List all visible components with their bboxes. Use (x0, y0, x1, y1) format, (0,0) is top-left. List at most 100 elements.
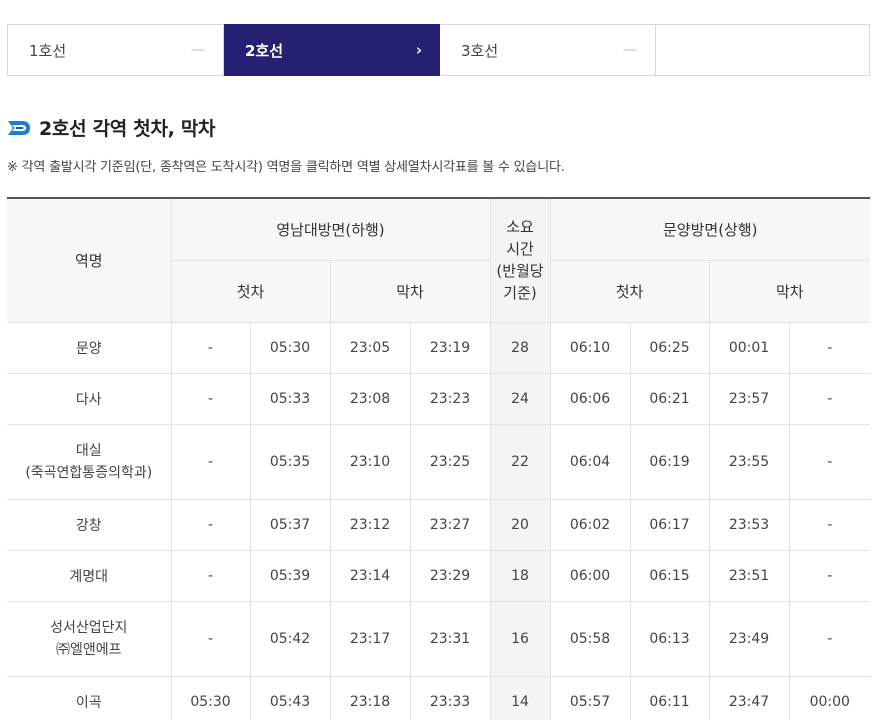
time-cell: 06:02 (549, 498, 631, 551)
header-first-down: 첫차 (171, 259, 331, 323)
station-name-line: (죽곡연합통증의학과) (25, 464, 153, 481)
time-cell: 23:05 (329, 321, 411, 374)
time-cell: 23:27 (409, 498, 491, 551)
header-last-up: 막차 (708, 259, 871, 323)
duration-line: 시간 (506, 240, 534, 259)
time-cell: 06:11 (629, 675, 710, 720)
time-cell: 23:23 (409, 372, 491, 425)
time-cell: 23:25 (409, 423, 491, 500)
duration-line: 소요 (506, 218, 534, 237)
time-cell: 23:08 (329, 372, 411, 425)
header-station: 역명 (7, 197, 172, 323)
time-cell: - (788, 423, 871, 500)
time-cell: 06:06 (549, 372, 631, 425)
time-cell: - (170, 423, 251, 500)
section-header: 2호선 각역 첫차, 막차 (7, 114, 216, 141)
time-cell: 05:57 (549, 675, 631, 720)
time-cell: 23:17 (329, 600, 411, 677)
time-cell: 23:18 (329, 675, 411, 720)
time-cell: 05:42 (249, 600, 331, 677)
station-name-line: 문양 (75, 340, 102, 357)
time-cell: 23:53 (708, 498, 790, 551)
tab-line-3[interactable]: 3호선 — (440, 25, 656, 75)
station-name-line: 다사 (75, 391, 102, 408)
table-row: 성서산업단지 ㈜엘앤에프 -05:42 23:17 23:31 16 05:58 06:13 2… (7, 600, 871, 677)
tab-label: 3호선 (461, 41, 499, 60)
station-name-link[interactable]: 다사 (7, 372, 172, 425)
time-cell: 06:17 (629, 498, 710, 551)
table-row: 대실 (죽곡연합통증의학과) -05:35 23:10 23:25 22 06:04 06:1… (7, 423, 871, 500)
header-dir-up: 문양방면(상행) (549, 197, 871, 261)
duration-line: 기준) (503, 284, 537, 303)
table-row: 문양 -05:30 23:05 23:19 28 06:10 06:25 00:01- (7, 321, 871, 374)
table-row: 다사 -05:33 23:08 23:23 24 06:06 06:21 23:57- (7, 372, 871, 425)
minus-icon: — (191, 42, 205, 58)
station-name-line: ㈜엘앤에프 (55, 641, 122, 658)
tab-label: 1호선 (29, 41, 67, 60)
header-first-up: 첫차 (549, 259, 710, 323)
table-row: 이곡 05:30 05:43 23:18 23:33 14 05:57 06:11 23:47 0… (7, 675, 871, 720)
station-name-line: 계명대 (69, 568, 109, 585)
page-title: 2호선 각역 첫차, 막차 (39, 118, 216, 140)
time-cell: 00:00 (788, 675, 871, 720)
time-cell: - (170, 321, 251, 374)
timetable-body: 문양 -05:30 23:05 23:19 28 06:10 06:25 00:01- 다사 -0… (7, 321, 871, 720)
station-name-link[interactable]: 계명대 (7, 549, 172, 602)
duration-cell: 28 (489, 321, 551, 374)
time-cell: 23:47 (708, 675, 790, 720)
time-cell: - (170, 549, 251, 602)
notice-text: ※ 각역 출발시각 기준임(단, 종착역은 도착시각) 역명을 클릭하면 역별 … (7, 160, 565, 175)
timetable: 역명 영남대방면(하행) 소요 시간 (반월당 기준) 문양방면(상행) 첫차 … (7, 197, 871, 720)
time-cell: 06:21 (629, 372, 710, 425)
tab-line-1[interactable]: 1호선 — (8, 25, 224, 75)
station-name-link[interactable]: 문양 (7, 321, 172, 374)
header-dir-down: 영남대방면(하행) (170, 197, 491, 261)
duration-cell: 24 (489, 372, 551, 425)
time-cell: 00:01 (708, 321, 790, 374)
station-name-link[interactable]: 대실 (죽곡연합통증의학과) (7, 423, 172, 500)
time-cell: 23:12 (329, 498, 411, 551)
time-cell: - (170, 372, 251, 425)
station-name-line: 성서산업단지 (50, 619, 128, 636)
time-cell: 05:37 (249, 498, 331, 551)
time-cell: - (170, 600, 251, 677)
duration-cell: 22 (489, 423, 551, 500)
time-cell: - (170, 498, 251, 551)
station-name-link[interactable]: 강창 (7, 498, 172, 551)
chevron-right-icon: › (415, 41, 422, 59)
time-cell: 05:33 (249, 372, 331, 425)
time-cell: 23:19 (409, 321, 491, 374)
station-name-line: 이곡 (75, 694, 102, 711)
time-cell: 23:51 (708, 549, 790, 602)
time-cell: 05:35 (249, 423, 331, 500)
time-cell: 05:58 (549, 600, 631, 677)
header-last-down: 막차 (329, 259, 491, 323)
line-tabs: 1호선 — 2호선 › 3호선 — (7, 24, 870, 76)
station-name-link[interactable]: 이곡 (7, 675, 172, 720)
time-cell: 05:30 (170, 675, 251, 720)
time-cell: 06:00 (549, 549, 631, 602)
time-cell: 06:25 (629, 321, 710, 374)
duration-line: (반월당 (496, 262, 544, 281)
time-cell: - (788, 600, 871, 677)
time-cell: 23:31 (409, 600, 491, 677)
time-cell: 23:33 (409, 675, 491, 720)
time-cell: 23:57 (708, 372, 790, 425)
time-cell: 06:15 (629, 549, 710, 602)
metro-logo-icon (8, 120, 30, 135)
station-name-line: 대실 (75, 442, 102, 459)
time-cell: - (788, 549, 871, 602)
duration-cell: 14 (489, 675, 551, 720)
tab-line-2[interactable]: 2호선 › (224, 24, 440, 76)
time-cell: 06:04 (549, 423, 631, 500)
time-cell: 23:55 (708, 423, 790, 500)
time-cell: 23:14 (329, 549, 411, 602)
time-cell: 05:43 (249, 675, 331, 720)
time-cell: - (788, 321, 871, 374)
tab-empty (656, 25, 869, 75)
time-cell: 23:29 (409, 549, 491, 602)
header-duration: 소요 시간 (반월당 기준) (489, 197, 551, 323)
station-name-link[interactable]: 성서산업단지 ㈜엘앤에프 (7, 600, 172, 677)
time-cell: - (788, 498, 871, 551)
station-name-line: 강창 (75, 517, 102, 534)
